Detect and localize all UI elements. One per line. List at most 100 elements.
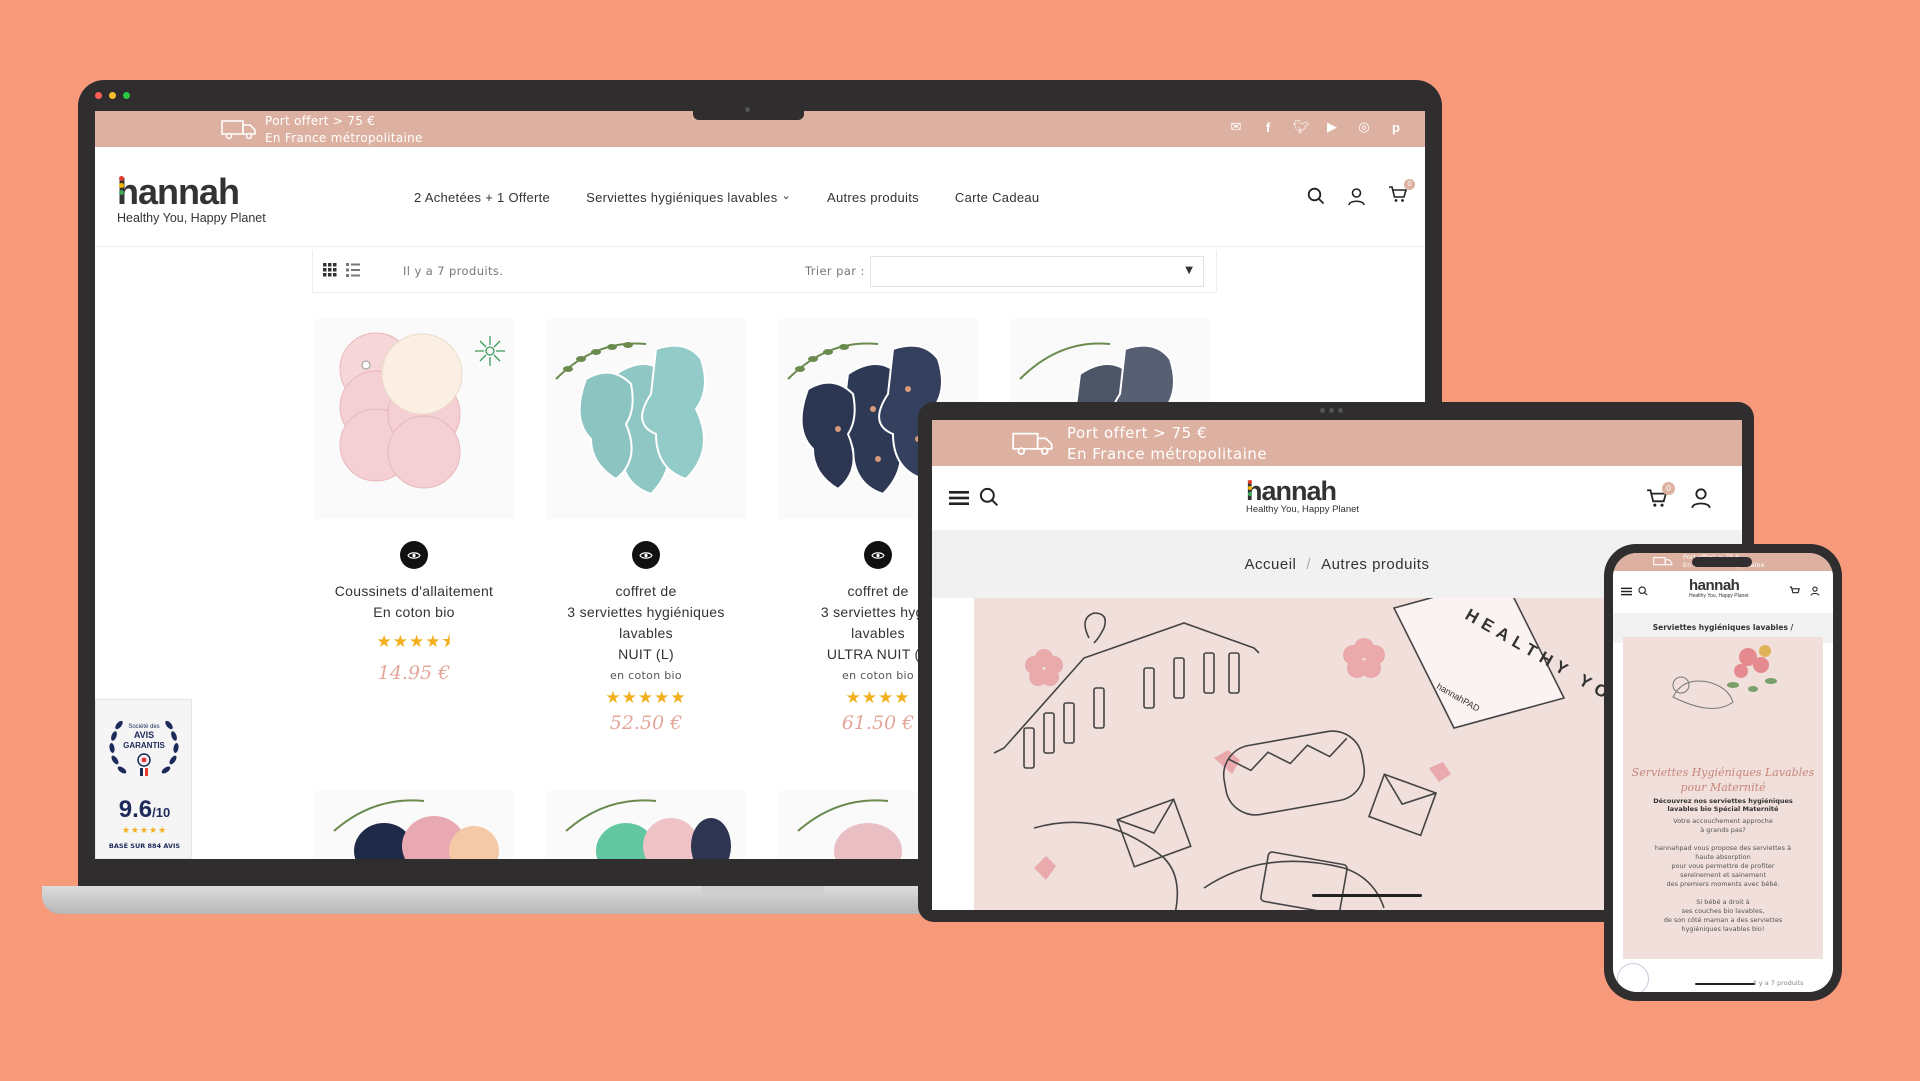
product-card[interactable]: coffret de 3 serviettes hygiéniques lava… — [546, 319, 746, 734]
tablet-camera — [1320, 408, 1343, 413]
eye-icon — [407, 551, 421, 559]
product-image[interactable] — [314, 791, 514, 859]
logo-dots-icon — [1248, 480, 1253, 498]
account-icon[interactable] — [1690, 487, 1712, 509]
shipping-text: Port offert > 75 € En France métropolita… — [265, 113, 423, 147]
product-price: 52.50 € — [609, 712, 683, 734]
banner-title: Serviettes Hygiéniques Lavables pour Mat… — [1631, 766, 1815, 794]
eye-icon — [871, 551, 885, 559]
sort-select[interactable]: ▼ — [870, 256, 1204, 287]
quick-view-button[interactable] — [400, 541, 428, 569]
header-icons: 0 — [1307, 179, 1415, 207]
main-nav: 2 Achetées + 1 Offerte Serviettes hygién… — [414, 147, 1039, 247]
shipping-topbar: Port offert > 75 € En France métropolita… — [932, 420, 1742, 466]
site-logo[interactable]: hannah Healthy You, Happy Planet — [1689, 577, 1749, 599]
banner-body: Votre accouchement approche à grands pas… — [1654, 817, 1792, 933]
window-controls — [95, 92, 130, 99]
quick-view-button[interactable] — [864, 541, 892, 569]
logo-dots-icon — [119, 176, 125, 197]
nav-item-pads[interactable]: Serviettes hygiéniques lavables ⌄ — [586, 190, 791, 205]
minimize-dot[interactable] — [109, 92, 116, 99]
youtube-icon[interactable]: ▶ — [1325, 121, 1339, 135]
truck-icon — [221, 120, 256, 140]
logo-wordmark: hannah — [1246, 476, 1359, 507]
rating-stars: ★★★★⯨ — [376, 632, 452, 652]
account-icon[interactable] — [1347, 187, 1366, 206]
twitter-icon[interactable]: 🐦︎ — [1293, 121, 1310, 135]
home-indicator — [1695, 983, 1755, 985]
breadcrumb-home[interactable]: Accueil — [1245, 556, 1297, 573]
mother-baby-illustration — [1672, 645, 1777, 709]
hamburger-menu-icon[interactable] — [1621, 587, 1632, 596]
reviews-count: BASÉ SUR 884 AVIS — [108, 842, 181, 850]
logo-wordmark: hannah — [117, 171, 266, 213]
blue-pads-image — [555, 342, 706, 496]
home-indicator — [1312, 894, 1422, 897]
account-icon[interactable] — [1810, 586, 1820, 596]
nav-item-gift-card[interactable]: Carte Cadeau — [955, 190, 1040, 205]
search-icon[interactable] — [979, 487, 999, 507]
site-header: hannah Healthy You, Happy Planet 0 — [932, 466, 1742, 530]
quick-view-button[interactable] — [632, 541, 660, 569]
banner-lead: Découvrez nos serviettes hygiéniques lav… — [1653, 797, 1793, 813]
nav-item-pads-label: Serviettes hygiéniques lavables — [586, 189, 778, 205]
reviews-widget[interactable]: Société des AVIS GARANTIS 9.6/10 ★★★★★ B… — [95, 699, 192, 859]
instagram-icon[interactable]: ◎ — [1357, 121, 1371, 135]
logo-text: hannah — [117, 171, 240, 212]
logo-text: hannah — [1246, 476, 1337, 506]
product-name[interactable]: coffret de 3 serviettes hygiéniques lava… — [546, 581, 746, 665]
pinterest-icon[interactable]: p — [1389, 121, 1403, 135]
breadcrumb-current: Autres produits — [1321, 555, 1430, 573]
floral-pads-image — [333, 799, 499, 859]
rating-stars: ★★★★★ — [605, 688, 687, 708]
list-view-icon[interactable] — [346, 263, 360, 277]
eye-icon — [639, 551, 653, 559]
maximize-dot[interactable] — [123, 92, 130, 99]
social-links: ✉ f 🐦︎ ▶ ◎ p — [1229, 121, 1403, 135]
truck-icon — [1653, 557, 1673, 566]
close-dot[interactable] — [95, 92, 102, 99]
chevron-down-icon: ⌄ — [781, 189, 791, 202]
breadcrumb-separator: / — [1306, 555, 1312, 573]
logo-wordmark: hannah — [1689, 577, 1749, 594]
product-image[interactable] — [546, 791, 746, 859]
logo-text: hannah — [1689, 577, 1740, 594]
site-logo[interactable]: hannah Healthy You, Happy Planet — [117, 171, 266, 225]
cart-button[interactable]: 0 — [1646, 482, 1675, 512]
nav-item-bundle[interactable]: 2 Achetées + 1 Offerte — [414, 190, 550, 205]
product-name[interactable]: Coussinets d'allaitement En coton bio — [314, 581, 514, 623]
product-count: Il y a 7 produits — [1753, 979, 1804, 987]
shipping-text: Port offert > 75 € En France métropolita… — [1067, 423, 1267, 465]
caret-down-icon: ▼ — [1185, 265, 1193, 276]
product-image[interactable] — [546, 319, 746, 519]
cart-icon[interactable] — [1789, 586, 1800, 596]
grid-view-icon[interactable] — [323, 263, 337, 277]
nursing-pads-image — [339, 332, 505, 489]
reviews-widget[interactable] — [1617, 963, 1649, 992]
sort-label: Trier par : — [805, 264, 865, 278]
shipping-title: Port offert > 75 € — [265, 114, 376, 128]
product-price: 14.95 € — [377, 662, 451, 684]
product-image[interactable] — [314, 319, 514, 519]
cart-count-badge: 0 — [1662, 482, 1675, 495]
mail-icon[interactable]: ✉ — [1229, 121, 1243, 135]
laptop-camera — [745, 107, 750, 112]
truck-icon — [1012, 432, 1053, 455]
product-list-toolbar: Il y a 7 produits. Trier par : ▼ — [312, 250, 1217, 293]
search-icon[interactable] — [1638, 586, 1648, 596]
phone-notch — [1692, 557, 1752, 567]
search-icon[interactable] — [1307, 187, 1325, 205]
laptop-trackpad-groove — [702, 886, 824, 898]
reviews-score-value: 9.6 — [118, 796, 153, 823]
reviews-stars: ★★★★★ — [121, 826, 168, 836]
site-logo[interactable]: hannah Healthy You, Happy Planet — [1246, 476, 1359, 515]
cart-button[interactable]: 0 — [1388, 179, 1415, 207]
maternity-banner: Serviettes Hygiéniques Lavables pour Mat… — [1623, 637, 1823, 959]
facebook-icon[interactable]: f — [1261, 121, 1275, 135]
shipping-subtitle: En France métropolitaine — [1067, 445, 1268, 463]
nav-item-other-products[interactable]: Autres produits — [827, 190, 919, 205]
product-card[interactable]: Coussinets d'allaitement En coton bio ★★… — [314, 319, 514, 684]
hamburger-menu-icon[interactable] — [949, 490, 969, 506]
cart-count-badge: 0 — [1404, 179, 1415, 190]
product-subtitle: en coton bio — [610, 669, 682, 682]
